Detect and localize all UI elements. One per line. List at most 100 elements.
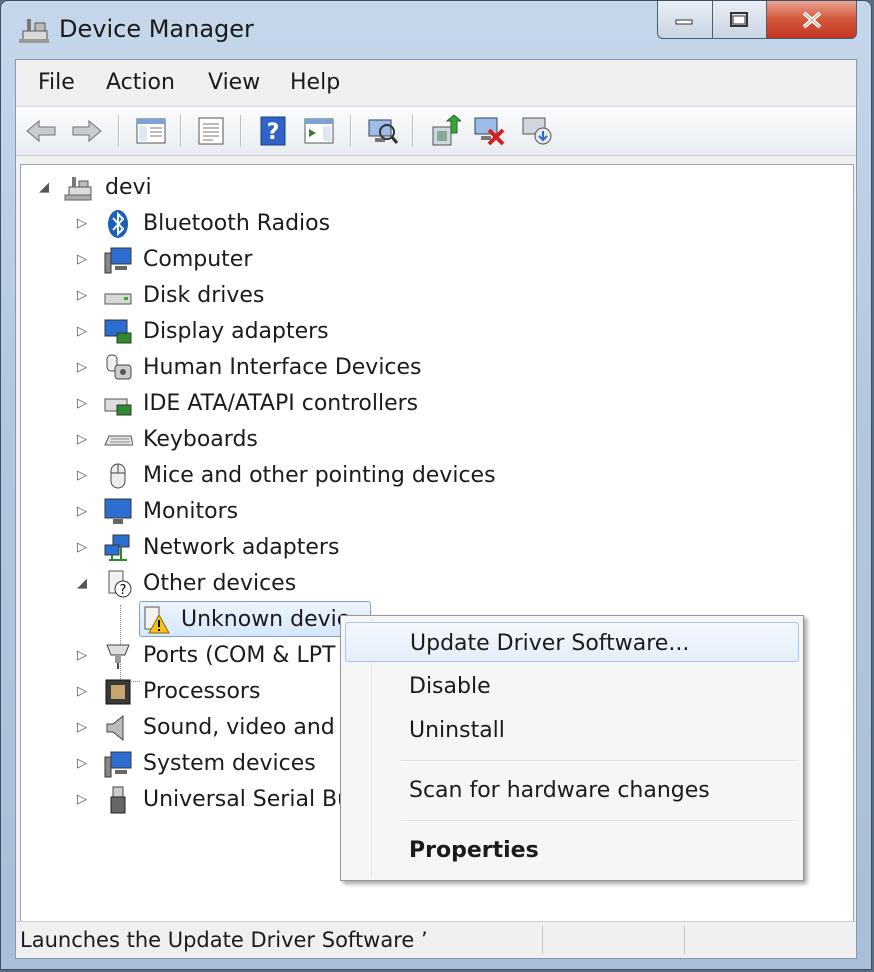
tree-item-ide-ata-atapi-controllers[interactable]: ▷ IDE ATA/ATAPI controllers xyxy=(21,387,441,421)
hid-icon xyxy=(106,354,132,380)
properties-icon xyxy=(198,117,224,145)
expand-icon[interactable]: ▷ xyxy=(77,505,91,519)
processor-icon xyxy=(105,679,131,705)
tree-root[interactable]: ◢ devi xyxy=(21,171,321,205)
computer-icon xyxy=(104,247,132,274)
collapse-icon[interactable]: ◢ xyxy=(77,577,91,591)
expand-icon[interactable]: ▷ xyxy=(77,289,91,303)
tree-item-label: Monitors xyxy=(143,499,239,524)
expand-icon[interactable]: ▷ xyxy=(77,721,91,735)
window-title: Device Manager xyxy=(59,15,254,43)
tree-item-label: Unknown devic xyxy=(181,607,349,632)
close-icon xyxy=(802,10,821,29)
maximize-button[interactable] xyxy=(713,1,767,39)
tree-item-network-adapters[interactable]: ▷ Network adapters xyxy=(21,531,441,565)
show-hide-console-tree-icon xyxy=(136,118,166,144)
computer-root-icon xyxy=(64,177,92,201)
tree-item-label: Computer xyxy=(143,247,253,272)
close-button[interactable] xyxy=(767,1,857,39)
expand-icon[interactable]: ▷ xyxy=(77,361,91,375)
expand-icon[interactable]: ▷ xyxy=(77,433,91,447)
port-icon xyxy=(106,644,130,669)
tree-item-mice[interactable]: ▷ Mice and other pointing devices xyxy=(21,459,496,493)
tree-item-label: IDE ATA/ATAPI controllers xyxy=(143,391,419,416)
toolbar: ? xyxy=(16,106,856,156)
status-divider xyxy=(684,926,685,954)
title-bar[interactable]: Device Manager xyxy=(1,1,871,59)
scan-hardware-button[interactable] xyxy=(366,115,400,147)
forward-button[interactable] xyxy=(70,115,104,147)
back-button[interactable] xyxy=(24,115,58,147)
disable-device-button[interactable] xyxy=(472,115,506,147)
expand-icon[interactable]: ▷ xyxy=(77,649,91,663)
warning-device-icon xyxy=(144,606,170,634)
system-devices-icon xyxy=(104,751,132,778)
menu-bar: File Action View Help xyxy=(16,60,856,106)
show-action-pane-icon xyxy=(304,118,334,144)
tree-item-bluetooth-radios[interactable]: ▷ Bluetooth Radios xyxy=(21,207,441,241)
minimize-icon xyxy=(675,19,693,24)
tree-item-monitors[interactable]: ▷ Monitors xyxy=(21,495,441,529)
sound-icon xyxy=(106,714,124,742)
uninstall-device-button[interactable] xyxy=(520,115,554,147)
collapse-icon[interactable]: ◢ xyxy=(39,181,53,195)
forward-icon xyxy=(72,119,102,143)
menu-view[interactable]: View xyxy=(208,70,260,95)
maximize-icon xyxy=(729,11,748,27)
expand-icon[interactable]: ▷ xyxy=(77,541,91,555)
tree-item-label: System devices xyxy=(143,751,316,776)
menu-item-label: Properties xyxy=(409,838,539,863)
menu-update-driver-software[interactable]: Update Driver Software... xyxy=(345,622,799,662)
minimize-button[interactable] xyxy=(657,1,713,39)
menu-item-label: Uninstall xyxy=(409,718,505,743)
tree-item-label: Universal Serial Bu xyxy=(143,787,352,812)
expand-icon[interactable]: ▷ xyxy=(77,685,91,699)
tree-item-label: Ports (COM & LPT xyxy=(143,643,336,668)
expand-icon[interactable]: ▷ xyxy=(77,469,91,483)
expand-icon[interactable]: ▷ xyxy=(77,253,91,267)
network-adapter-icon xyxy=(104,534,130,561)
menu-scan-hardware-changes[interactable]: Scan for hardware changes xyxy=(345,770,799,810)
expand-icon[interactable]: ▷ xyxy=(77,397,91,411)
help-button[interactable]: ? xyxy=(256,115,290,147)
update-driver-button[interactable] xyxy=(428,115,462,147)
uninstall-device-icon xyxy=(522,117,552,145)
menu-help[interactable]: Help xyxy=(290,70,340,95)
menu-action[interactable]: Action xyxy=(106,70,175,95)
menu-file[interactable]: File xyxy=(38,70,75,95)
tree-item-keyboards[interactable]: ▷ Keyboards xyxy=(21,423,441,457)
status-text: Launches the Update Driver Software ’ xyxy=(20,928,428,952)
context-menu: Update Driver Software... Disable Uninst… xyxy=(340,615,804,881)
svg-text:?: ? xyxy=(120,583,127,598)
action-pane-button[interactable] xyxy=(302,115,336,147)
tree-item-label: Sound, video and g xyxy=(143,715,356,740)
tree-item-label: Display adapters xyxy=(143,319,329,344)
back-icon xyxy=(26,119,56,143)
ide-controller-icon xyxy=(104,398,132,416)
bluetooth-icon xyxy=(108,210,128,238)
menu-properties[interactable]: Properties xyxy=(345,830,799,870)
menu-item-label: Scan for hardware changes xyxy=(409,778,710,803)
expand-icon[interactable]: ▷ xyxy=(77,793,91,807)
menu-uninstall[interactable]: Uninstall xyxy=(345,710,799,750)
console-tree-button[interactable] xyxy=(134,115,168,147)
tree-item-disk-drives[interactable]: ▷ Disk drives xyxy=(21,279,441,313)
tree-item-display-adapters[interactable]: ▷ Display adapters xyxy=(21,315,441,349)
tree-item-computer[interactable]: ▷ Computer xyxy=(21,243,441,277)
device-manager-app-icon xyxy=(19,19,49,43)
properties-button[interactable] xyxy=(194,115,228,147)
tree-item-unknown-device[interactable]: Unknown devic xyxy=(21,601,381,637)
tree-item-label: Other devices xyxy=(143,571,297,596)
tree-item-label: Network adapters xyxy=(143,535,340,560)
expand-icon[interactable]: ▷ xyxy=(77,217,91,231)
expand-icon[interactable]: ▷ xyxy=(77,325,91,339)
tree-item-human-interface-devices[interactable]: ▷ Human Interface Devices xyxy=(21,351,441,385)
tree-item-label: Keyboards xyxy=(143,427,258,452)
expand-icon[interactable]: ▷ xyxy=(77,757,91,771)
disk-drive-icon xyxy=(104,293,132,305)
menu-disable[interactable]: Disable xyxy=(345,666,799,706)
scan-hardware-icon xyxy=(368,119,399,144)
tree-item-other-devices[interactable]: ◢ ? Other devices xyxy=(21,567,441,601)
tree-item-label: Bluetooth Radios xyxy=(143,211,331,236)
status-divider xyxy=(542,926,543,954)
